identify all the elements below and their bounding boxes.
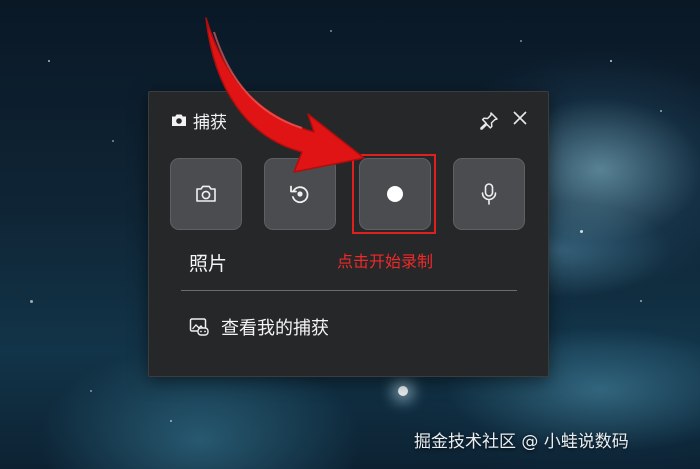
star: [660, 110, 662, 112]
star: [640, 300, 642, 302]
star: [48, 60, 50, 62]
gallery-icon: [189, 318, 209, 336]
star: [580, 230, 583, 233]
photo-label: 照片: [189, 253, 228, 275]
star: [112, 140, 114, 142]
replay-icon: [290, 185, 309, 204]
star: [520, 40, 522, 42]
divider: [181, 290, 517, 291]
record-hint-annotation: 点击开始录制: [337, 252, 434, 271]
annotation-arrow: [205, 17, 365, 173]
star: [90, 390, 92, 392]
star: [30, 300, 33, 303]
watermark: 掘金技术社区 @ 小蛙说数码: [414, 432, 629, 452]
star: [170, 420, 172, 422]
camera-icon: [196, 185, 216, 202]
star: [610, 60, 612, 62]
camera-icon: [172, 114, 186, 126]
star: [398, 386, 408, 396]
pin-icon[interactable]: [478, 110, 500, 132]
view-my-captures-link[interactable]: 查看我的捕获: [189, 314, 329, 340]
microphone-icon: [481, 183, 497, 205]
view-my-captures-label: 查看我的捕获: [221, 318, 329, 339]
microphone-button[interactable]: [453, 158, 525, 230]
close-icon[interactable]: [510, 108, 530, 128]
